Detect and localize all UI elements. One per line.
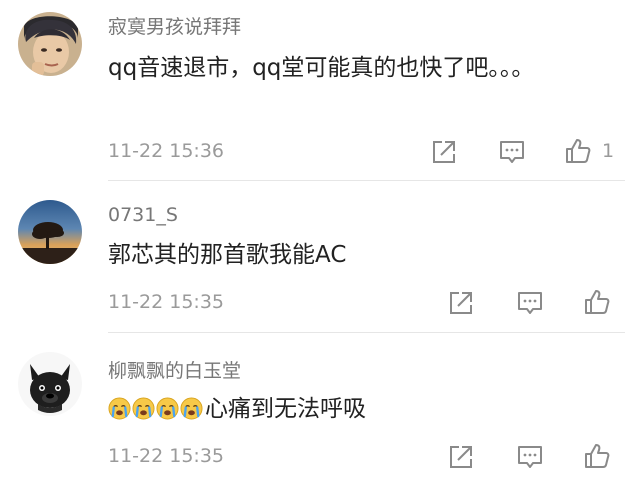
- comment-icon: [518, 292, 542, 314]
- like-button[interactable]: [563, 136, 593, 166]
- avatar[interactable]: [18, 200, 82, 264]
- comment-item: 寂寞男孩说拜拜 qq音速退市，qq堂可能真的也快了吧。。。 11-22 15:3…: [0, 0, 625, 181]
- crying-face-emoji: [180, 397, 203, 420]
- comment-text-body: 心痛到无法呼吸: [205, 396, 366, 422]
- crying-face-emoji: [132, 397, 155, 420]
- share-icon: [433, 141, 455, 163]
- username[interactable]: 0731_S: [108, 204, 178, 226]
- share-icon: [450, 446, 472, 468]
- username[interactable]: 柳飘飘的白玉堂: [108, 356, 241, 383]
- crying-face-emoji: [108, 397, 131, 420]
- emoji-group: [108, 397, 204, 420]
- avatar[interactable]: [18, 12, 82, 76]
- timestamp: 11-22 15:35: [108, 445, 225, 467]
- comment-feed: 寂寞男孩说拜拜 qq音速退市，qq堂可能真的也快了吧。。。 11-22 15:3…: [0, 0, 625, 482]
- timestamp: 11-22 15:36: [108, 140, 225, 162]
- username[interactable]: 寂寞男孩说拜拜: [108, 12, 241, 39]
- like-button[interactable]: [582, 287, 612, 317]
- share-button[interactable]: [446, 288, 476, 318]
- comment-icon: [518, 446, 542, 468]
- reply-button[interactable]: [497, 137, 527, 167]
- thumbs-up-icon: [585, 444, 610, 468]
- thumbs-up-icon: [585, 290, 610, 314]
- avatar[interactable]: [18, 352, 82, 416]
- share-button[interactable]: [446, 442, 476, 472]
- comment-text: 心痛到无法呼吸: [108, 391, 548, 428]
- reply-button[interactable]: [515, 442, 545, 472]
- thumbs-up-icon: [566, 139, 591, 163]
- like-count: 1: [602, 140, 615, 162]
- comment-text: qq音速退市，qq堂可能真的也快了吧。。。: [108, 55, 535, 81]
- timestamp: 11-22 15:35: [108, 291, 225, 313]
- reply-button[interactable]: [515, 288, 545, 318]
- comment-icon: [500, 141, 524, 163]
- comment-text: 郭芯其的那首歌我能AC: [108, 242, 347, 268]
- share-button[interactable]: [429, 137, 459, 167]
- like-button[interactable]: [582, 441, 612, 471]
- comment-item: 柳飘飘的白玉堂 心痛到无法呼吸 11-22 15:35: [0, 333, 625, 482]
- crying-face-emoji: [156, 397, 179, 420]
- share-icon: [450, 292, 472, 314]
- comment-item: 0731_S 郭芯其的那首歌我能AC 11-22 15:35: [0, 181, 625, 333]
